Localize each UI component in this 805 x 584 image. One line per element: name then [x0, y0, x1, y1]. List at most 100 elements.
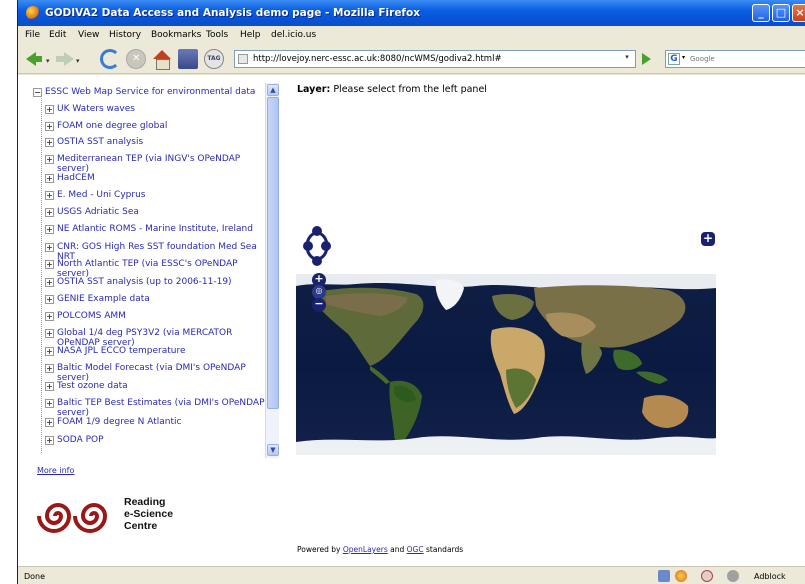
expand-icon[interactable]: +	[45, 382, 54, 391]
layer-tree: − ESSC Web Map Service for environmental…	[33, 83, 283, 458]
expand-icon[interactable]: +	[45, 225, 54, 234]
expand-icon[interactable]: +	[45, 155, 54, 164]
layer-heading: Layer: Please select from the left panel	[297, 84, 487, 95]
scrollbar-thumb[interactable]	[267, 97, 279, 409]
reload-icon[interactable]	[100, 49, 120, 69]
title-bar: GODIVA2 Data Access and Analysis demo pa…	[18, 0, 805, 26]
more-info-link[interactable]: More info	[37, 466, 74, 475]
tree-item-label[interactable]: SODA POP	[57, 435, 265, 445]
bookmarks-icon[interactable]	[178, 49, 198, 69]
menu-file[interactable]: File	[25, 30, 40, 40]
expand-icon[interactable]: +	[45, 347, 54, 356]
back-arrow-icon[interactable]	[24, 49, 44, 69]
search-input[interactable]	[690, 52, 800, 66]
menu-view[interactable]: View	[78, 30, 99, 40]
maximize-button[interactable]: □	[772, 4, 790, 22]
tree-item-label[interactable]: Mediterranean TEP (via INGV's OPeNDAP se…	[57, 154, 265, 174]
expand-icon[interactable]: +	[45, 418, 54, 427]
collapse-icon[interactable]: −	[33, 88, 42, 97]
address-bar[interactable]: http://lovejoy.nerc-essc.ac.uk:8080/ncWM…	[234, 50, 636, 68]
tree-item-label[interactable]: FOAM one degree global	[57, 121, 265, 131]
openlayers-link[interactable]: OpenLayers	[343, 545, 388, 554]
close-button[interactable]: ×	[792, 4, 805, 22]
forward-history-dropdown-icon[interactable]: ▾	[76, 57, 80, 65]
reading-esc-logo: Reading e-Science Centre	[36, 495, 196, 537]
menu-bar: File Edit View History Bookmarks Tools H…	[18, 26, 805, 44]
tree-item-label[interactable]: OSTIA SST analysis (up to 2006-11-19)	[57, 277, 265, 287]
expand-icon[interactable]: +	[45, 208, 54, 217]
layer-label: Layer:	[297, 84, 331, 95]
layer-value: Please select from the left panel	[333, 84, 487, 95]
expand-icon[interactable]: +	[45, 399, 54, 408]
expand-icon[interactable]: +	[45, 138, 54, 147]
tree-item-label[interactable]: NE Atlantic ROMS - Marine Institute, Ire…	[57, 224, 265, 234]
firefox-status-icon[interactable]	[675, 570, 687, 582]
expand-icon[interactable]: +	[45, 364, 54, 373]
tree-item-label[interactable]: NASA JPL ECCO temperature	[57, 346, 265, 356]
powered-by: Powered by OpenLayers and OGC standards	[297, 545, 464, 554]
expand-icon[interactable]: +	[45, 329, 54, 338]
go-arrow-icon[interactable]	[638, 51, 654, 67]
zoom-out-icon[interactable]: −	[312, 298, 326, 312]
menu-help[interactable]: Help	[240, 30, 261, 40]
scroll-down-icon[interactable]: ▼	[267, 444, 279, 456]
menu-bookmarks[interactable]: Bookmarks	[151, 30, 201, 40]
tree-item-label[interactable]: HadCEM	[57, 173, 265, 183]
tree-item-label[interactable]: GENIE Example data	[57, 294, 265, 304]
page-favicon-icon	[238, 54, 248, 64]
tree-item-label[interactable]: POLCOMS AMM	[57, 311, 265, 321]
expand-icon[interactable]: +	[45, 191, 54, 200]
expand-icon[interactable]: +	[45, 436, 54, 445]
tree-item-label[interactable]: E. Med - Uni Cyprus	[57, 190, 265, 200]
menu-history[interactable]: History	[109, 30, 141, 40]
gear-icon[interactable]	[727, 570, 739, 582]
forward-arrow-icon[interactable]	[54, 49, 74, 69]
expand-icon[interactable]: +	[45, 312, 54, 321]
expand-icon[interactable]: +	[45, 278, 54, 287]
tree-connector-line	[41, 95, 42, 453]
search-bar[interactable]: G ▾	[665, 50, 805, 68]
world-map[interactable]	[296, 274, 716, 455]
face-icon[interactable]	[701, 570, 713, 582]
tree-item-label[interactable]: FOAM 1/9 degree N Atlantic	[57, 417, 265, 427]
pan-control[interactable]	[302, 225, 332, 267]
tree-item-label[interactable]: OSTIA SST analysis	[57, 137, 265, 147]
minimize-button[interactable]: _	[752, 4, 770, 22]
stop-icon[interactable]	[126, 49, 146, 69]
back-history-dropdown-icon[interactable]: ▾	[46, 57, 50, 65]
expand-icon[interactable]: +	[45, 122, 54, 131]
expand-icon[interactable]: +	[45, 243, 54, 252]
home-icon[interactable]	[152, 49, 172, 70]
menu-delicious[interactable]: del.icio.us	[271, 30, 316, 40]
expand-icon[interactable]: +	[45, 260, 54, 269]
tree-item-label[interactable]: Baltic TEP Best Estimates (via DMI's OPe…	[57, 398, 265, 418]
tree-item-label[interactable]: USGS Adriatic Sea	[57, 207, 265, 217]
expand-icon[interactable]: +	[45, 174, 54, 183]
scroll-up-icon[interactable]: ▲	[267, 84, 279, 96]
tree-item-label[interactable]: Test ozone data	[57, 381, 265, 391]
world-map-image	[296, 274, 716, 455]
tree-item-label[interactable]: North Atlantic TEP (via ESSC's OPeNDAP s…	[57, 259, 265, 279]
menu-edit[interactable]: Edit	[49, 30, 66, 40]
tree-item-label[interactable]: Global 1/4 deg PSY3V2 (via MERCATOR OPeN…	[57, 328, 265, 348]
tree-item-label[interactable]: UK Waters waves	[57, 104, 265, 114]
spiral-logo-icon	[37, 503, 108, 533]
adblock-label[interactable]: Adblock	[754, 572, 786, 581]
tree-item-label[interactable]: Baltic Model Forecast (via DMI's OPeNDAP…	[57, 363, 265, 383]
tree-scrollbar[interactable]: ▲ ▼	[265, 83, 279, 458]
browser-window: GODIVA2 Data Access and Analysis demo pa…	[17, 0, 805, 584]
url-dropdown-icon[interactable]: ▾	[621, 53, 633, 65]
layer-switcher-icon[interactable]: +	[701, 232, 715, 246]
ogc-link[interactable]: OGC	[407, 545, 424, 554]
url-text[interactable]: http://lovejoy.nerc-essc.ac.uk:8080/ncWM…	[253, 54, 502, 64]
logo-text: Reading e-Science Centre	[124, 496, 174, 532]
expand-icon[interactable]: +	[45, 105, 54, 114]
search-engine-dropdown-icon[interactable]: ▾	[682, 54, 685, 61]
tag-icon[interactable]: TAG	[204, 49, 224, 69]
extension-icon[interactable]	[658, 570, 670, 582]
google-engine-icon[interactable]: G	[668, 53, 680, 65]
menu-tools[interactable]: Tools	[206, 30, 228, 40]
tree-root-label[interactable]: ESSC Web Map Service for environmental d…	[45, 87, 255, 97]
status-text: Done	[24, 572, 46, 581]
expand-icon[interactable]: +	[45, 295, 54, 304]
